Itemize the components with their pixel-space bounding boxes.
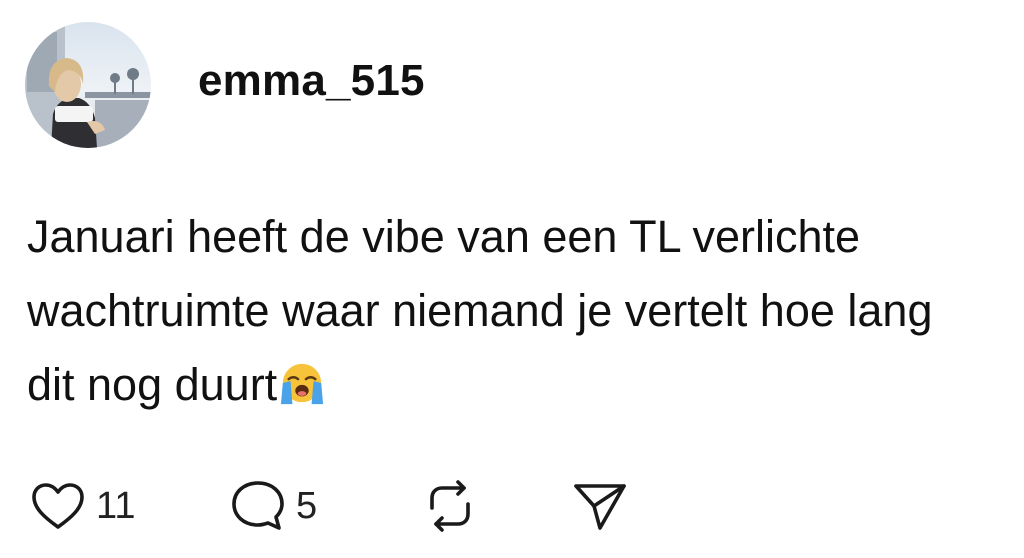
share-button[interactable] — [570, 478, 630, 534]
like-count: 11 — [96, 484, 136, 527]
username[interactable]: emma_515 — [198, 56, 425, 106]
reply-bubble-icon — [232, 481, 284, 530]
repost-icon — [430, 480, 470, 532]
loudly-crying-face-icon — [281, 363, 324, 405]
action-bar: 11 5 — [30, 478, 630, 534]
heart-icon — [32, 483, 84, 529]
share-send-icon — [574, 484, 626, 530]
post-body: Januari heeft de vibe van een TL verlich… — [27, 200, 987, 422]
avatar[interactable] — [25, 22, 151, 148]
repost-button[interactable] — [420, 478, 570, 534]
post-header: emma_515 — [25, 22, 425, 148]
like-button[interactable]: 11 — [30, 481, 230, 531]
post-card: emma_515 Januari heeft de vibe van een T… — [0, 0, 1024, 558]
reply-count: 5 — [296, 484, 318, 527]
reply-button[interactable]: 5 — [230, 479, 420, 533]
post-text: Januari heeft de vibe van een TL verlich… — [27, 211, 933, 410]
avatar-image — [25, 22, 151, 148]
